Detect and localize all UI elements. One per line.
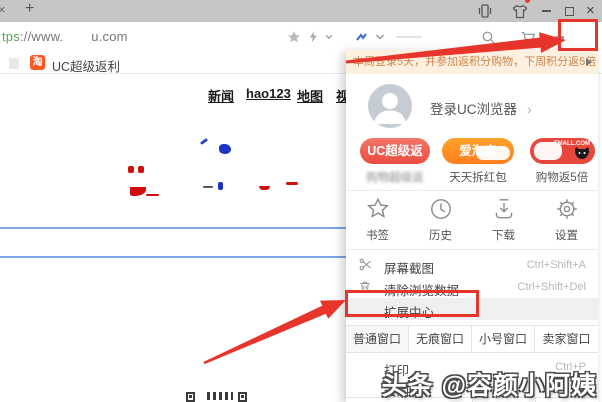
avatar[interactable]	[368, 84, 412, 128]
erased-extension-icon[interactable]	[352, 27, 372, 47]
promo-label: 购物超级返	[356, 169, 434, 185]
settings-gear-icon	[554, 196, 580, 222]
nav-link-news[interactable]: 新闻	[208, 86, 234, 105]
quick-label: 设置	[535, 227, 598, 243]
window-modes-row: 普通窗口 无痕窗口 小号窗口 卖家窗口	[346, 325, 598, 353]
favorite-star-icon[interactable]	[284, 27, 304, 47]
menu-bookmarks[interactable]: 书签	[346, 196, 409, 242]
skin-theme-icon[interactable]	[512, 0, 528, 22]
new-tab-button[interactable]: +	[25, 0, 34, 18]
menu-downloads[interactable]: 下载	[472, 196, 535, 242]
login-label: 登录UC浏览器	[430, 102, 517, 117]
divider	[346, 190, 598, 191]
mode-normal-window[interactable]: 普通窗口	[346, 326, 409, 352]
url-scheme: tps	[2, 29, 20, 44]
quick-label: 下载	[472, 227, 535, 243]
shortcut-text: Ctrl+Shift+A	[527, 259, 586, 271]
chevron-down-icon[interactable]	[370, 27, 390, 47]
download-icon	[491, 196, 517, 222]
url-rest: ://www.	[20, 29, 63, 44]
qr-code-fragment	[238, 392, 247, 402]
tmall-cat-icon	[572, 145, 592, 161]
annotation-box-extension-center	[345, 290, 479, 317]
minimize-button[interactable]	[542, 0, 551, 22]
bookmark-item[interactable]: UC超级返利	[52, 56, 120, 75]
logo-fragment	[200, 138, 208, 145]
tab-close-icon[interactable]: ×	[0, 2, 6, 17]
annotation-box-menu-button	[558, 19, 598, 51]
bookmark-star-icon	[365, 196, 391, 222]
quick-label: 历史	[409, 227, 472, 243]
menu-history[interactable]: 历史	[409, 196, 472, 242]
quick-label: 书签	[346, 227, 409, 243]
menu-item-screenshot[interactable]: 屏幕截图 Ctrl+Shift+A	[346, 254, 598, 276]
erased-toolbar-item	[396, 27, 422, 47]
login-link[interactable]: 登录UC浏览器 ›	[430, 98, 532, 118]
phone-sync-icon[interactable]	[478, 0, 492, 22]
logo-fragment	[218, 182, 223, 190]
address-bar[interactable]: tps://www. u.com	[2, 29, 128, 44]
nav-link-hao123[interactable]: hao123	[246, 86, 291, 101]
browser-window: × + × tps://www. u.com	[0, 0, 602, 402]
history-clock-icon	[428, 196, 454, 222]
main-menu-dropdown: 本周登录5天，并参加返积分购物，下周积分返5倍 登录UC浏览器 › UC超级返 爱…	[346, 50, 598, 402]
search-box[interactable]	[0, 227, 350, 258]
promo-uc-rebate[interactable]: UC超级返	[360, 138, 430, 164]
url-tail: u.com	[91, 29, 127, 44]
shopping-cart-icon[interactable]	[518, 27, 538, 47]
erased-bookmark-icon	[9, 58, 19, 69]
logo-fragment	[138, 166, 144, 173]
search-icon[interactable]	[478, 27, 498, 47]
mode-alt-account-window[interactable]: 小号窗口	[472, 326, 535, 352]
chevron-right-icon: ›	[527, 101, 532, 117]
address-toolbar: tps://www. u.com	[0, 22, 602, 52]
divider	[346, 249, 598, 250]
erased-area	[476, 146, 510, 160]
logo-fragment	[130, 187, 146, 196]
logo-fragment	[203, 186, 213, 188]
scissors-icon	[358, 257, 373, 275]
promo-banner[interactable]: 本周登录5天，并参加返积分购物，下周积分返5倍	[346, 50, 598, 74]
tab-bar: × + ×	[0, 0, 602, 22]
menu-item-label: 屏幕截图	[384, 258, 434, 277]
qr-code-fragment	[186, 392, 195, 402]
nav-link-map[interactable]: 地图	[297, 86, 323, 105]
logo-fragment	[259, 186, 270, 190]
watermark-text: 头条 @容颜小阿姨	[382, 366, 597, 402]
taobao-icon: 淘	[30, 55, 45, 70]
promo-tmall[interactable]: TMALL.COM	[530, 138, 595, 164]
logo-fragment	[146, 194, 159, 196]
menu-settings[interactable]: 设置	[535, 196, 598, 242]
mode-incognito-window[interactable]: 无痕窗口	[409, 326, 472, 352]
chevron-down-icon[interactable]	[319, 27, 339, 47]
erased-area	[534, 142, 562, 160]
banner-arrow-icon	[586, 58, 592, 66]
mode-seller-window[interactable]: 卖家窗口	[535, 326, 598, 352]
promo-aitaobao[interactable]: 爱淘宝	[442, 138, 514, 164]
logo-fragment	[286, 182, 298, 185]
logo-fragment	[128, 166, 134, 173]
promo-label: 天天拆红包	[440, 169, 516, 185]
qr-code-fragment	[207, 392, 233, 400]
promo-label: 购物返5倍	[526, 169, 598, 185]
shortcut-text: Ctrl+Shift+Del	[518, 281, 586, 293]
logo-fragment	[219, 144, 231, 154]
notification-dot	[525, 0, 530, 3]
